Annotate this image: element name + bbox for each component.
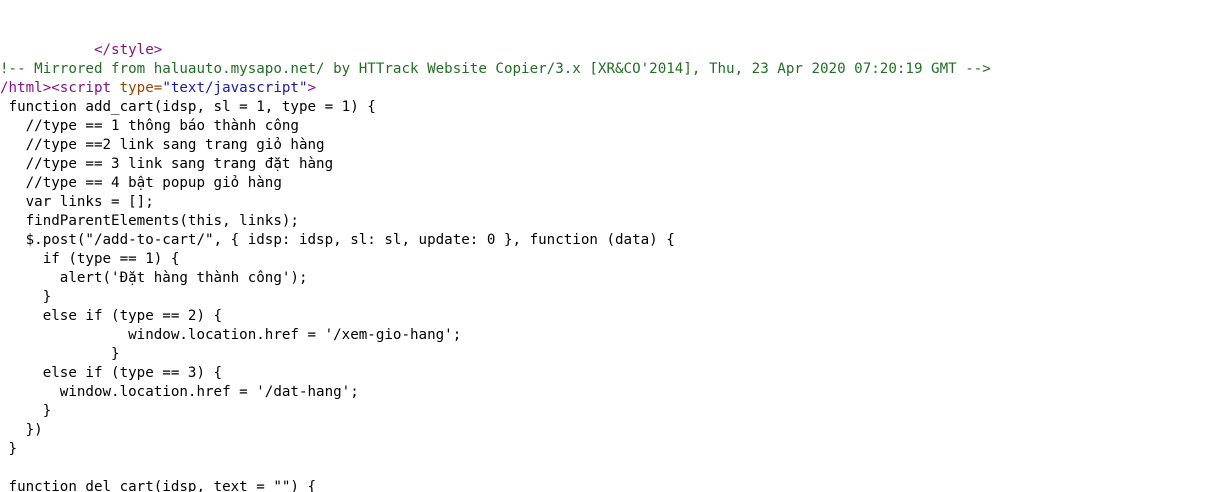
html-tag: > xyxy=(307,80,317,96)
code-text: } xyxy=(42,403,52,419)
source-line: function add_cart(idsp, sl = 1, type = 1… xyxy=(0,98,991,117)
code-text: function del_cart(idsp, text = "") { xyxy=(8,479,317,492)
code-text: }) xyxy=(25,422,43,438)
attribute-name: type= xyxy=(119,80,163,96)
code-text: window.location.href = '/xem-gio-hang'; xyxy=(128,327,462,343)
source-line: if (type == 1) { xyxy=(0,250,991,269)
source-line: } xyxy=(0,402,991,421)
source-line: findParentElements(this, links); xyxy=(0,212,991,231)
code-text: //type == 4 bật popup giỏ hàng xyxy=(25,175,282,191)
source-line: } xyxy=(0,440,991,459)
code-text: //type ==2 link sang trang giỏ hàng xyxy=(25,137,325,153)
source-line: alert('Đặt hàng thành công'); xyxy=(0,269,991,288)
source-line: } xyxy=(0,345,991,364)
code-text: function add_cart(idsp, sl = 1, type = 1… xyxy=(8,99,376,115)
code-text: overflow-x:hidden; xyxy=(26,0,180,1)
source-line xyxy=(0,3,991,22)
source-line: </style> xyxy=(0,41,991,60)
source-line xyxy=(0,22,991,41)
html-tag: <script xyxy=(51,80,112,96)
source-line: window.location.href = '/xem-gio-hang'; xyxy=(0,326,991,345)
code-text: alert('Đặt hàng thành công'); xyxy=(59,270,308,286)
html-tag: /html> xyxy=(0,80,52,96)
source-line: $.post("/add-to-cart/", { idsp: idsp, sl… xyxy=(0,231,991,250)
html-tag: </style> xyxy=(93,42,163,58)
source-line: //type == 3 link sang trang đặt hàng xyxy=(0,155,991,174)
source-line: function del_cart(idsp, text = "") { xyxy=(0,478,991,492)
code-text: //type == 3 link sang trang đặt hàng xyxy=(25,156,334,172)
code-text: findParentElements(this, links); xyxy=(25,213,299,229)
code-text: //type == 1 thông báo thành công xyxy=(25,118,299,134)
source-line: var links = []; xyxy=(0,193,991,212)
source-line: !-- Mirrored from haluauto.mysapo.net/ b… xyxy=(0,60,991,79)
code-text: } xyxy=(42,289,52,305)
source-line: //type == 4 bật popup giỏ hàng xyxy=(0,174,991,193)
code-text: window.location.href = '/dat-hang'; xyxy=(59,384,359,400)
source-line: else if (type == 2) { xyxy=(0,307,991,326)
source-line: else if (type == 3) { xyxy=(0,364,991,383)
code-text: if (type == 1) { xyxy=(42,251,180,267)
source-line: /html><script type="text/javascript"> xyxy=(0,79,991,98)
source-line: } xyxy=(0,288,991,307)
code-text: } xyxy=(8,441,18,457)
source-line: //type ==2 link sang trang giỏ hàng xyxy=(0,136,991,155)
source-line: }) xyxy=(0,421,991,440)
code-text: else if (type == 3) { xyxy=(42,365,223,381)
source-line xyxy=(0,459,991,478)
source-line: //type == 1 thông báo thành công xyxy=(0,117,991,136)
source-line: window.location.href = '/dat-hang'; xyxy=(0,383,991,402)
attribute-value: "text/javascript" xyxy=(162,80,308,96)
code-text: } xyxy=(111,346,120,362)
code-text: $.post("/add-to-cart/", { idsp: idsp, sl… xyxy=(25,232,675,248)
page-source-viewer: overflow-x:hidden; </style> !-- Mirrored … xyxy=(0,0,1215,492)
html-comment: !-- Mirrored from haluauto.mysapo.net/ b… xyxy=(0,61,991,77)
source-code-block: overflow-x:hidden; </style> !-- Mirrored … xyxy=(0,0,991,492)
code-text: else if (type == 2) { xyxy=(42,308,223,324)
code-text: var links = []; xyxy=(25,194,154,210)
